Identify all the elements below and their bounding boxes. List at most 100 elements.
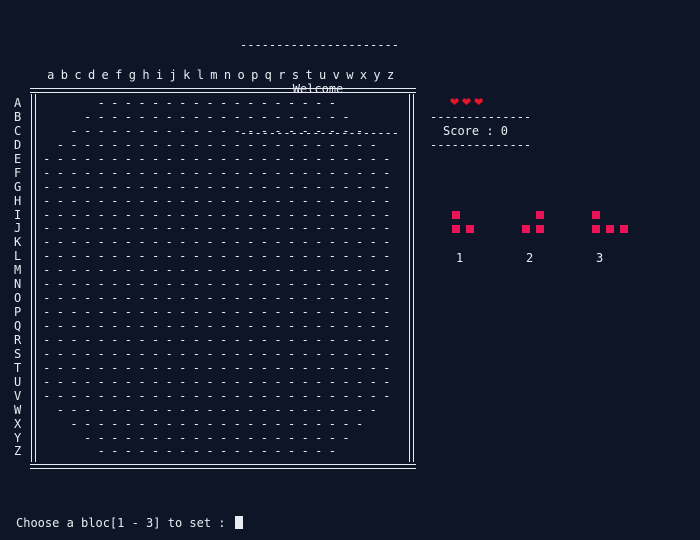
board-cell: - <box>192 179 200 194</box>
board-cell: - <box>328 374 336 389</box>
board-cell: - <box>219 109 228 124</box>
board-cell: - <box>247 179 255 194</box>
board-cell: - <box>233 207 241 222</box>
piece-label-3: 3 <box>596 251 604 265</box>
board-cell: - <box>43 165 51 180</box>
board-cell: - <box>151 221 160 236</box>
board-cell: - <box>233 374 241 389</box>
board-cell: - <box>179 193 187 208</box>
board-cell: - <box>287 430 296 445</box>
board-cell: - <box>56 346 64 361</box>
board-cell: - <box>247 109 255 124</box>
board-cell: - <box>56 249 64 264</box>
board-cell: - <box>287 416 296 431</box>
column-label-m: m <box>210 68 218 82</box>
board-cell: - <box>206 165 214 180</box>
board-cell: - <box>192 444 200 459</box>
board-cell: - <box>219 235 228 250</box>
column-label-i: i <box>155 68 164 82</box>
board-cell: - <box>165 277 173 292</box>
board-left-border <box>31 94 36 462</box>
board-cell: - <box>328 137 336 152</box>
board-cell: - <box>342 165 350 180</box>
score-divider-bottom: -------------- <box>430 138 532 152</box>
board-cell: - <box>192 263 200 278</box>
column-label-p: p <box>251 68 259 82</box>
board-cell: - <box>233 193 241 208</box>
row-label-Z: Z <box>14 444 22 459</box>
board-row-T: -------------------------- <box>40 360 406 376</box>
board-cell: - <box>151 291 160 306</box>
board-cell: - <box>138 96 146 110</box>
board-cell: - <box>301 179 309 194</box>
board-cell: - <box>260 235 268 250</box>
board-cell: - <box>151 360 160 375</box>
board-row-P: -------------------------- <box>40 305 406 320</box>
board-cell: - <box>124 374 132 389</box>
board-cell: - <box>97 374 105 389</box>
board-cell: - <box>383 291 391 306</box>
board-cell: - <box>56 207 64 222</box>
board-cell: - <box>151 151 160 166</box>
board-cell: - <box>355 332 364 347</box>
board-cell: - <box>111 319 119 333</box>
board-cell: - <box>206 319 214 333</box>
board-cell: - <box>315 263 323 278</box>
board-cell: - <box>260 137 268 152</box>
board-cell: - <box>233 109 241 124</box>
lives-hearts: ❤❤❤ <box>450 94 486 109</box>
board-cell: - <box>192 235 200 250</box>
board-cell: - <box>56 137 64 152</box>
piece-block <box>536 225 544 233</box>
board-row-E: -------------------------- <box>40 151 406 167</box>
board-row-V: -------------------------- <box>40 388 406 404</box>
board-cell: - <box>165 416 173 431</box>
board-cell: - <box>124 263 132 278</box>
board-cell: - <box>179 305 187 320</box>
row-label-M: M <box>14 263 22 278</box>
input-prompt[interactable]: Choose a bloc[1 - 3] to set : <box>16 516 243 530</box>
board-cell: - <box>301 291 309 306</box>
board-cell: - <box>111 346 119 361</box>
board-cell: - <box>70 165 78 180</box>
board-cell: - <box>342 291 350 306</box>
board-cell: - <box>274 430 282 445</box>
board-cell: - <box>274 137 282 152</box>
board-cell: - <box>151 402 160 417</box>
board-cell: - <box>260 360 268 375</box>
board-cell: - <box>138 193 146 208</box>
board-cell: - <box>165 207 173 222</box>
board-cell: - <box>179 123 187 138</box>
board-cell: - <box>70 374 78 389</box>
board-cell: - <box>219 360 228 375</box>
board-cell: - <box>247 346 255 361</box>
board-cell: - <box>274 249 282 264</box>
board-cell: - <box>192 430 200 445</box>
board-cell: - <box>206 444 214 459</box>
board-cell: - <box>355 235 364 250</box>
board-cell: - <box>138 123 146 138</box>
board-bottom-border <box>30 464 416 469</box>
row-label-U: U <box>14 374 22 389</box>
board-cell: - <box>342 235 350 250</box>
board-cell: - <box>315 235 323 250</box>
board-cell: - <box>111 207 119 222</box>
board-cell: - <box>247 249 255 264</box>
board-cell: - <box>206 207 214 222</box>
board-cell: - <box>111 388 119 403</box>
board-cell: - <box>301 430 309 445</box>
row-label-A: A <box>14 96 22 110</box>
board-cell: - <box>97 444 105 459</box>
board-cell: - <box>260 277 268 292</box>
board-cell: - <box>97 123 105 138</box>
board-cell: - <box>301 332 309 347</box>
board-cell: - <box>179 332 187 347</box>
board-cell: - <box>70 249 78 264</box>
board-cell: - <box>111 360 119 375</box>
board-cell: - <box>70 179 78 194</box>
board-cell: - <box>219 416 228 431</box>
board-cell: - <box>206 263 214 278</box>
board-cell: - <box>369 165 377 180</box>
board-cell: - <box>328 430 336 445</box>
board-cell: - <box>260 444 268 459</box>
